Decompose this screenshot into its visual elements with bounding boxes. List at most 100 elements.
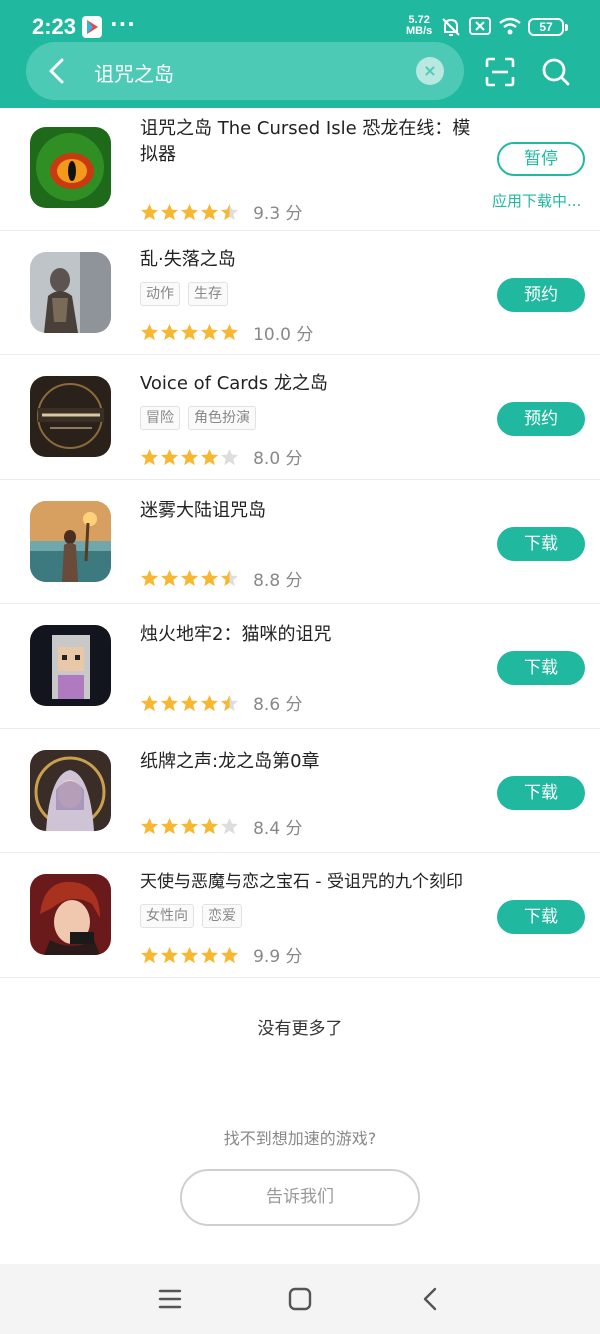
app-tag: 女性向 [140, 904, 194, 928]
app-icon-voice-of-cards[interactable] [30, 376, 111, 457]
pause-button[interactable]: 暂停 [497, 142, 585, 176]
tell-us-button[interactable]: 告诉我们 [180, 1169, 420, 1226]
star-icon [160, 569, 179, 587]
app-icon-lost-island[interactable] [30, 251, 111, 333]
download-button[interactable]: 下载 [497, 651, 585, 685]
star-icon [140, 448, 159, 465]
star-icon [140, 203, 159, 220]
star-icon [200, 448, 219, 465]
star-icon [180, 323, 199, 341]
back-arrow-icon[interactable] [40, 53, 76, 89]
app-icon-angel-devil[interactable] [30, 874, 111, 955]
star-rating [140, 568, 240, 588]
star-rating [140, 322, 240, 342]
list-item[interactable]: 迷雾大陆诅咒岛 8.8 分 下载 [0, 480, 600, 604]
app-rating: 8.8 分 [140, 566, 303, 591]
star-icon [180, 569, 199, 587]
reserve-button[interactable]: 预约 [497, 402, 585, 436]
star-rating [140, 202, 240, 222]
net-speed: 5.72 MB/s [406, 14, 433, 37]
more-notifications-icon: ··· [110, 12, 136, 36]
star-icon [200, 946, 219, 963]
app-score: 9.3 分 [253, 204, 303, 224]
search-icon[interactable] [540, 56, 572, 88]
app-score: 9.9 分 [253, 947, 303, 967]
battery-indicator: 57 [528, 18, 568, 36]
list-item[interactable]: 烛火地牢2：猫咪的诅咒 8.6 分 下载 [0, 604, 600, 729]
app-score: 8.8 分 [253, 570, 303, 591]
app-name[interactable]: 诅咒之岛 The Cursed Isle 恐龙在线：模拟器 [140, 116, 480, 168]
app-name[interactable]: 烛火地牢2：猫咪的诅咒 [140, 622, 331, 648]
home-icon[interactable] [287, 1286, 313, 1312]
star-icon [160, 946, 179, 963]
list-item[interactable]: 纸牌之声:龙之岛第0章 8.4 分 下载 [0, 729, 600, 853]
app-score: 8.4 分 [253, 818, 303, 839]
app-tags: 女性向 恋爱 [140, 904, 250, 928]
search-bar[interactable]: 诅咒之岛 × [26, 42, 464, 100]
star-icon [220, 323, 239, 341]
app-tag: 动作 [140, 281, 180, 306]
app-score: 8.6 分 [253, 695, 303, 715]
star-icon [180, 203, 199, 220]
download-button[interactable]: 下载 [497, 526, 585, 561]
download-status: 应用下载中... [492, 192, 582, 210]
star-icon [220, 448, 239, 465]
star-icon [220, 817, 239, 835]
app-score: 10.0 分 [253, 324, 314, 345]
no-sim-icon [469, 17, 491, 35]
wifi-icon [499, 17, 521, 35]
star-rating [140, 945, 240, 965]
app-rating: 9.3 分 [140, 199, 303, 224]
star-icon [200, 569, 219, 587]
star-icon [140, 323, 159, 341]
play-store-icon [82, 16, 102, 38]
search-results-list: 诅咒之岛 The Cursed Isle 恐龙在线：模拟器 9.3 分 暂停 应… [0, 106, 600, 978]
app-icon-cursed-isle[interactable] [30, 127, 111, 208]
list-item[interactable]: 诅咒之岛 The Cursed Isle 恐龙在线：模拟器 9.3 分 暂停 应… [0, 106, 600, 231]
app-tag: 角色扮演 [188, 406, 256, 430]
star-icon [140, 569, 159, 587]
star-icon [200, 817, 219, 835]
scan-icon[interactable] [484, 56, 516, 88]
download-button[interactable]: 下载 [497, 775, 585, 810]
app-tag: 生存 [188, 281, 228, 306]
app-name[interactable]: 天使与恶魔与恋之宝石 - 受诅咒的九个刻印 [140, 869, 463, 895]
download-button[interactable]: 下载 [497, 900, 585, 934]
star-icon [140, 946, 159, 963]
search-input[interactable]: 诅咒之岛 [94, 58, 174, 87]
clear-search-button[interactable]: × [416, 57, 444, 85]
system-nav-bar [0, 1264, 600, 1334]
app-rating: 10.0 分 [140, 320, 314, 345]
app-icon-misty-continent[interactable] [30, 500, 111, 582]
mute-bell-icon [442, 18, 460, 36]
reserve-button[interactable]: 预约 [497, 277, 585, 312]
app-name[interactable]: Voice of Cards 龙之岛 [140, 371, 328, 397]
star-icon [160, 817, 179, 835]
app-name[interactable]: 纸牌之声:龙之岛第0章 [140, 749, 320, 775]
app-rating: 8.0 分 [140, 444, 303, 469]
app-rating: 9.9 分 [140, 942, 303, 967]
app-score: 8.0 分 [253, 449, 303, 469]
list-item[interactable]: Voice of Cards 龙之岛 冒险 角色扮演 8.0 分 预约 [0, 355, 600, 480]
star-icon [180, 946, 199, 963]
star-icon [140, 694, 159, 711]
app-tags: 动作 生存 [140, 281, 236, 306]
star-icon [200, 323, 219, 341]
app-name[interactable]: 迷雾大陆诅咒岛 [140, 498, 266, 524]
star-icon [180, 694, 199, 711]
star-icon [160, 323, 179, 341]
star-rating [140, 693, 240, 713]
app-name[interactable]: 乱·失落之岛 [140, 247, 236, 273]
app-icon-voice-of-cards-ch0[interactable] [30, 749, 111, 831]
star-icon [200, 203, 219, 220]
list-item[interactable]: 乱·失落之岛 动作 生存 10.0 分 预约 [0, 231, 600, 355]
star-icon [160, 694, 179, 711]
list-item[interactable]: 天使与恶魔与恋之宝石 - 受诅咒的九个刻印 女性向 恋爱 9.9 分 下载 [0, 853, 600, 978]
app-icon-candle-dungeon[interactable] [30, 625, 111, 706]
back-icon[interactable] [418, 1286, 444, 1312]
app-header: 2:23 ··· 5.72 MB/s 57 诅咒之岛 × [0, 0, 600, 108]
star-rating [140, 816, 240, 836]
not-found-hint: 找不到想加速的游戏? [223, 1129, 377, 1148]
no-more-label: 没有更多了 [257, 1019, 343, 1039]
menu-icon[interactable] [157, 1286, 183, 1312]
